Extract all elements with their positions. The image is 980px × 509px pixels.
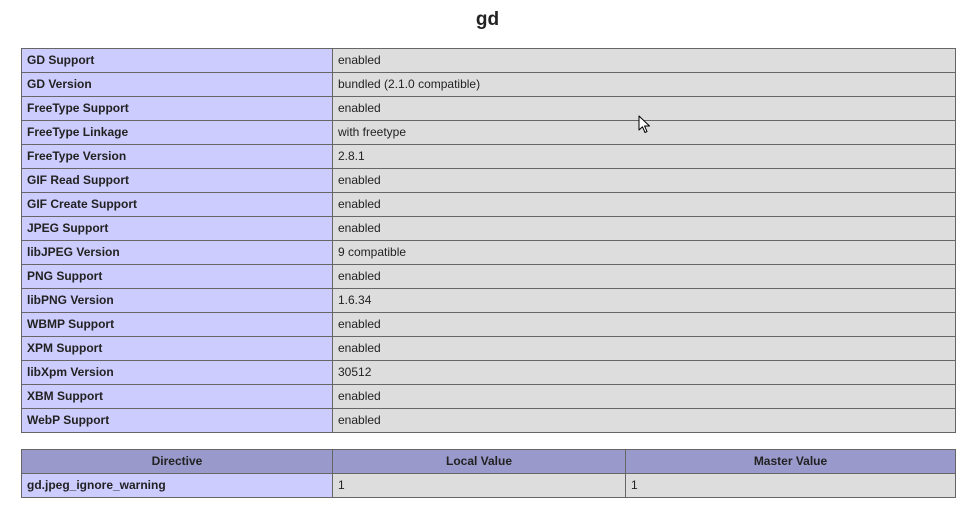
table-row: GIF Read Support enabled bbox=[21, 168, 956, 193]
table-row: libJPEG Version 9 compatible bbox=[21, 240, 956, 265]
row-key: libXpm Version bbox=[21, 360, 333, 385]
row-value: enabled bbox=[332, 384, 956, 409]
column-header-master-value: Master Value bbox=[625, 449, 956, 474]
table-row: GD Version bundled (2.1.0 compatible) bbox=[21, 72, 956, 97]
local-value: 1 bbox=[332, 473, 626, 498]
table-row: XBM Support enabled bbox=[21, 384, 956, 409]
row-value: enabled bbox=[332, 192, 956, 217]
column-header-directive: Directive bbox=[21, 449, 333, 474]
row-value: enabled bbox=[332, 48, 956, 73]
row-value: enabled bbox=[332, 264, 956, 289]
row-value: enabled bbox=[332, 312, 956, 337]
table-row: XPM Support enabled bbox=[21, 336, 956, 361]
row-key: GD Support bbox=[21, 48, 333, 73]
table-header-row: Directive Local Value Master Value bbox=[21, 449, 956, 474]
table-row: FreeType Version 2.8.1 bbox=[21, 144, 956, 169]
row-key: FreeType Linkage bbox=[21, 120, 333, 145]
directive-table: Directive Local Value Master Value gd.jp… bbox=[21, 449, 956, 498]
row-key: libPNG Version bbox=[21, 288, 333, 313]
table-row: libPNG Version 1.6.34 bbox=[21, 288, 956, 313]
row-value: 1.6.34 bbox=[332, 288, 956, 313]
row-key: XBM Support bbox=[21, 384, 333, 409]
row-value: enabled bbox=[332, 168, 956, 193]
row-key: XPM Support bbox=[21, 336, 333, 361]
row-value: 9 compatible bbox=[332, 240, 956, 265]
column-header-local-value: Local Value bbox=[332, 449, 626, 474]
row-value: enabled bbox=[332, 408, 956, 433]
row-key: JPEG Support bbox=[21, 216, 333, 241]
table-row: gd.jpeg_ignore_warning 1 1 bbox=[21, 473, 956, 498]
table-row: GD Support enabled bbox=[21, 48, 956, 73]
row-key: PNG Support bbox=[21, 264, 333, 289]
table-row: FreeType Linkage with freetype bbox=[21, 120, 956, 145]
row-value: bundled (2.1.0 compatible) bbox=[332, 72, 956, 97]
phpinfo-page: gd GD Support enabled GD Version bundled… bbox=[0, 0, 980, 509]
row-key: FreeType Version bbox=[21, 144, 333, 169]
table-row: WebP Support enabled bbox=[21, 408, 956, 433]
row-value: enabled bbox=[332, 336, 956, 361]
table-row: FreeType Support enabled bbox=[21, 96, 956, 121]
row-key: GD Version bbox=[21, 72, 333, 97]
row-key: FreeType Support bbox=[21, 96, 333, 121]
row-key: GIF Create Support bbox=[21, 192, 333, 217]
master-value: 1 bbox=[625, 473, 956, 498]
row-value: 2.8.1 bbox=[332, 144, 956, 169]
section-title: gd bbox=[475, 9, 500, 30]
table-row: GIF Create Support enabled bbox=[21, 192, 956, 217]
gd-info-table: GD Support enabled GD Version bundled (2… bbox=[21, 48, 956, 433]
row-key: libJPEG Version bbox=[21, 240, 333, 265]
row-key: WebP Support bbox=[21, 408, 333, 433]
directive-name: gd.jpeg_ignore_warning bbox=[21, 473, 333, 498]
table-row: WBMP Support enabled bbox=[21, 312, 956, 337]
table-row: libXpm Version 30512 bbox=[21, 360, 956, 385]
row-value: enabled bbox=[332, 216, 956, 241]
table-row: JPEG Support enabled bbox=[21, 216, 956, 241]
row-key: WBMP Support bbox=[21, 312, 333, 337]
table-row: PNG Support enabled bbox=[21, 264, 956, 289]
mouse-pointer-icon bbox=[638, 115, 650, 133]
row-value: 30512 bbox=[332, 360, 956, 385]
row-key: GIF Read Support bbox=[21, 168, 333, 193]
